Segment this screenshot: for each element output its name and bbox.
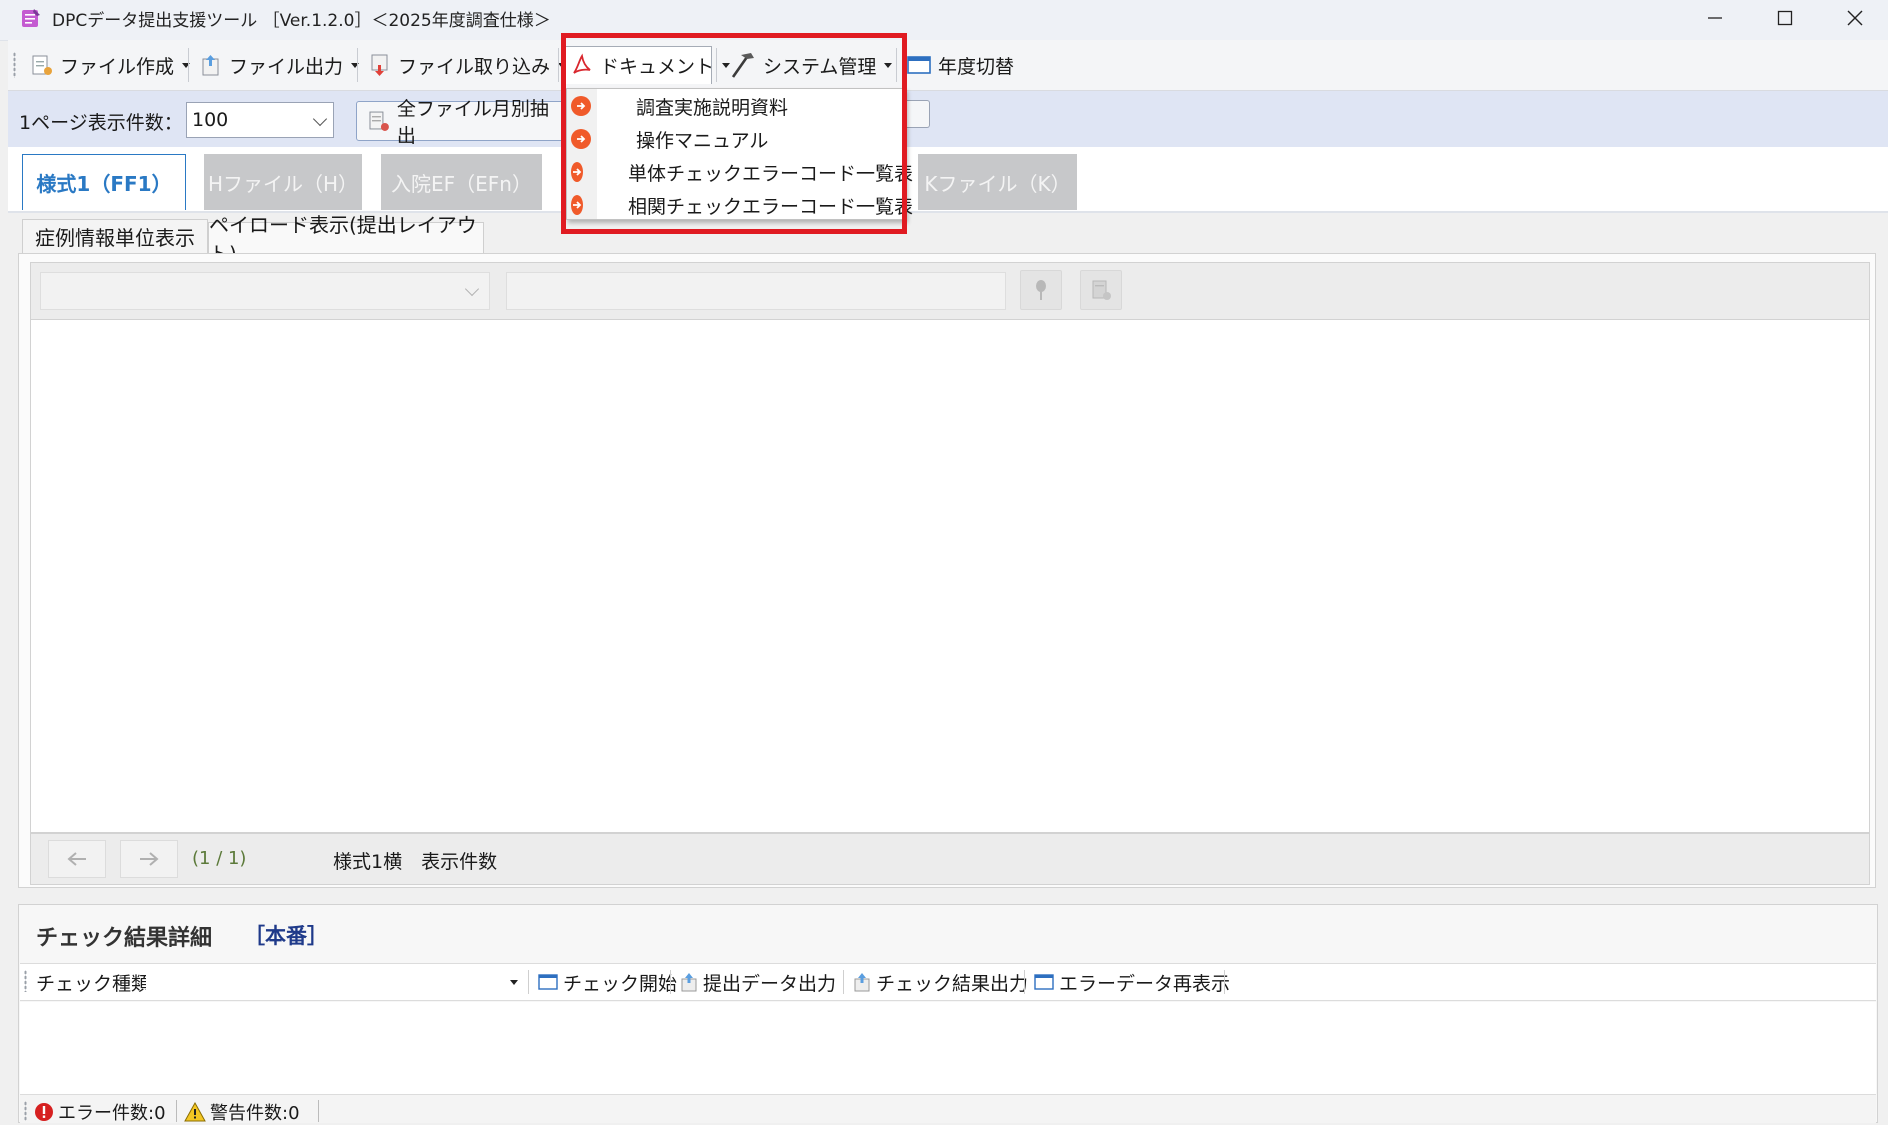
error-count-status: エラー件数:0 bbox=[34, 1100, 166, 1124]
tab-efn-label: 入院EF（EFn） bbox=[391, 171, 532, 196]
error-count-label: エラー件数:0 bbox=[58, 1103, 166, 1124]
upload-icon bbox=[681, 973, 697, 992]
toolbar-separator bbox=[558, 48, 559, 82]
page-indicator: (1 / 1) bbox=[192, 848, 247, 869]
toolbar-separator bbox=[357, 48, 358, 82]
error-redisplay-label: エラーデータ再表示 bbox=[1059, 972, 1231, 995]
submit-data-output-label: 提出データ出力 bbox=[703, 972, 837, 995]
check-mode-badge: ［本番］ bbox=[244, 924, 328, 948]
minimize-icon bbox=[1708, 17, 1722, 19]
check-type-select[interactable] bbox=[146, 968, 522, 996]
export-icon bbox=[1092, 280, 1111, 300]
tab-case-info[interactable]: 症例情報単位表示 bbox=[22, 219, 208, 253]
tab-ff1[interactable]: 様式1（FF1） bbox=[22, 154, 186, 210]
toolbar-separator bbox=[528, 970, 529, 994]
minimize-button[interactable] bbox=[1682, 0, 1748, 36]
year-switch-button[interactable]: 年度切替 bbox=[906, 48, 1014, 82]
status-separator bbox=[318, 1100, 319, 1122]
window-title: DPCデータ提出支援ツール ［Ver.1.2.0］＜2025年度調査仕様＞ bbox=[52, 11, 551, 31]
pager-bar bbox=[30, 833, 1870, 885]
start-check-label: チェック開始 bbox=[563, 972, 678, 995]
record-count-label: 様式1横 表示件数 bbox=[333, 851, 498, 873]
tab-payload[interactable]: ペイロード表示(提出レイアウト) bbox=[208, 213, 484, 266]
toolbar-separator bbox=[843, 970, 844, 994]
file-import-icon bbox=[371, 54, 388, 76]
chevron-down-icon bbox=[312, 111, 328, 127]
extract-button-label: 全ファイル月別抽出 bbox=[396, 98, 549, 147]
check-result-list[interactable] bbox=[20, 1002, 1876, 1094]
file-import-label: ファイル取り込み bbox=[398, 55, 551, 78]
page-size-label: 1ページ表示件数： bbox=[19, 112, 183, 134]
maximize-button[interactable] bbox=[1752, 0, 1818, 36]
search-input[interactable] bbox=[506, 272, 1006, 310]
pin-icon bbox=[1036, 280, 1046, 300]
window-icon bbox=[907, 56, 931, 74]
upload-icon bbox=[854, 973, 870, 992]
extract-icon bbox=[369, 111, 389, 131]
file-output-label: ファイル出力 bbox=[229, 55, 344, 78]
tab-k-file[interactable]: Kファイル（K） bbox=[918, 154, 1077, 210]
check-type-label: チェック種類: bbox=[36, 973, 157, 995]
window-icon bbox=[1034, 974, 1054, 990]
start-check-button[interactable]: チェック開始 bbox=[538, 966, 677, 998]
file-create-menu[interactable]: ファイル作成 bbox=[30, 48, 191, 82]
tab-k-file-label: Kファイル（K） bbox=[924, 171, 1071, 196]
record-select[interactable] bbox=[40, 272, 490, 310]
close-icon bbox=[1847, 10, 1863, 26]
arrow-right-icon bbox=[140, 852, 159, 866]
next-page-button[interactable] bbox=[120, 840, 178, 878]
search-button[interactable] bbox=[1020, 270, 1062, 310]
check-result-output-label: チェック結果出力 bbox=[876, 972, 1029, 995]
file-export-icon bbox=[202, 55, 219, 76]
file-create-label: ファイル作成 bbox=[60, 55, 175, 78]
toolbar-grip[interactable] bbox=[13, 52, 16, 78]
toolbar-separator bbox=[1224, 970, 1225, 994]
tab-h-file-label: Hファイル（H） bbox=[207, 171, 359, 196]
maximize-icon bbox=[1777, 10, 1793, 26]
error-redisplay-button[interactable]: エラーデータ再表示 bbox=[1034, 966, 1230, 998]
year-switch-label: 年度切替 bbox=[938, 55, 1015, 78]
tab-ff1-label: 様式1（FF1） bbox=[36, 172, 172, 196]
error-icon bbox=[35, 1103, 53, 1121]
toolbar-grip bbox=[24, 1101, 27, 1121]
extract-all-files-button[interactable]: 全ファイル月別抽出 bbox=[356, 98, 568, 147]
warning-icon bbox=[184, 1102, 206, 1122]
toolbar-separator bbox=[670, 970, 671, 994]
page-size-select[interactable]: 100 bbox=[186, 102, 334, 138]
check-result-output-button[interactable]: チェック結果出力 bbox=[853, 966, 1028, 998]
file-output-menu[interactable]: ファイル出力 bbox=[199, 48, 360, 82]
close-button[interactable] bbox=[1822, 0, 1888, 36]
toolbar-grip[interactable] bbox=[24, 970, 27, 992]
arrow-left-icon bbox=[67, 852, 86, 866]
submit-data-output-button[interactable]: 提出データ出力 bbox=[680, 966, 836, 998]
document-create-icon bbox=[32, 55, 52, 75]
file-import-menu[interactable]: ファイル取り込み bbox=[368, 48, 567, 82]
app-icon bbox=[20, 7, 42, 29]
data-grid[interactable] bbox=[30, 320, 1870, 833]
tab-efn[interactable]: 入院EF（EFn） bbox=[381, 154, 542, 210]
status-separator bbox=[176, 1100, 177, 1122]
prev-page-button[interactable] bbox=[48, 840, 106, 878]
page-size-value: 100 bbox=[192, 109, 229, 131]
warning-count-status: 警告件数:0 bbox=[184, 1100, 300, 1124]
toolbar-separator bbox=[1024, 970, 1025, 994]
tab-h-file[interactable]: Hファイル（H） bbox=[204, 154, 362, 210]
highlight-box bbox=[561, 33, 907, 234]
chevron-down-icon bbox=[464, 281, 480, 297]
check-result-title: チェック結果詳細 bbox=[36, 926, 213, 951]
export-view-button[interactable] bbox=[1080, 270, 1122, 310]
window-icon bbox=[538, 974, 558, 990]
chevron-down-icon bbox=[510, 980, 518, 985]
warning-count-label: 警告件数:0 bbox=[210, 1103, 300, 1124]
tab-case-info-label: 症例情報単位表示 bbox=[35, 226, 195, 250]
toolbar-separator bbox=[188, 48, 189, 82]
